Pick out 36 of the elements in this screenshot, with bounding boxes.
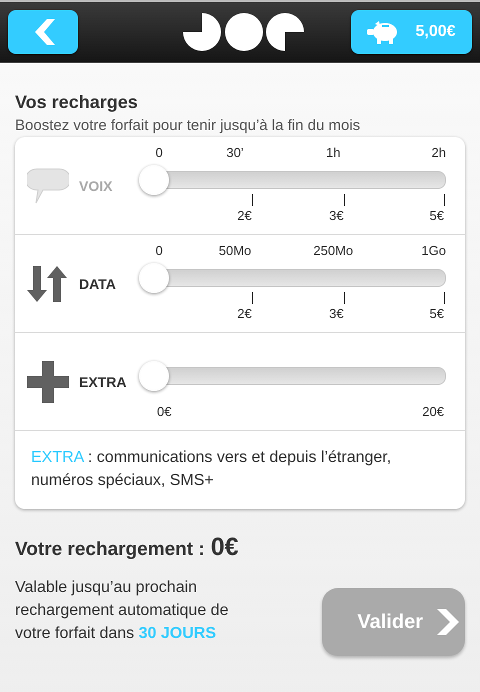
plus-icon xyxy=(27,360,69,402)
slider-thumb[interactable] xyxy=(139,263,169,293)
price-label: 5€ xyxy=(430,208,444,223)
chevron-right-icon xyxy=(437,609,459,635)
price-label: 3€ xyxy=(329,306,344,321)
extra-note: EXTRA : communications vers et depuis l’étranger, numéros spéciaux, SMS+ xyxy=(30,448,392,491)
slider-label: DATA xyxy=(78,276,117,292)
scale-label: 2h xyxy=(432,145,446,160)
scale-label: 1Go xyxy=(421,243,446,258)
back-button[interactable] xyxy=(8,10,78,54)
scale-label: 1h xyxy=(326,145,341,160)
scale-label: 0 xyxy=(156,145,163,160)
total-amount: 0€ xyxy=(210,533,239,562)
total-label: Votre rechargement : xyxy=(15,539,205,561)
slider-thumb[interactable] xyxy=(139,361,169,391)
slider-label: EXTRA xyxy=(78,374,128,390)
scale-label: 30’ xyxy=(226,145,244,160)
section-title: Vos recharges xyxy=(15,91,138,113)
price-label: 5€ xyxy=(430,306,444,321)
validity-text: Valable jusqu’au prochain rechargement automatique de votre forfait dans 30 JOURS xyxy=(15,578,230,644)
speech-bubble-icon xyxy=(27,168,69,204)
scale-label: 250Mo xyxy=(313,243,354,258)
slider[interactable] xyxy=(141,165,446,195)
balance-button[interactable]: 5,00€ xyxy=(351,10,472,54)
scale-label: 50Mo xyxy=(218,243,252,258)
price-label: 0€ xyxy=(157,404,172,419)
price-label: 2€ xyxy=(237,208,252,223)
up-down-arrows-icon xyxy=(27,266,69,302)
slider-label: VOIX xyxy=(78,178,114,194)
scale-label: 0 xyxy=(156,243,163,258)
price-label: 2€ xyxy=(237,306,252,321)
section-subtitle: Boostez votre forfait pour tenir jusqu’à la fin du mois xyxy=(15,117,360,135)
price-label: 3€ xyxy=(329,208,344,223)
slider[interactable] xyxy=(141,263,446,293)
slider[interactable] xyxy=(141,361,446,391)
price-label: 20€ xyxy=(422,404,444,419)
